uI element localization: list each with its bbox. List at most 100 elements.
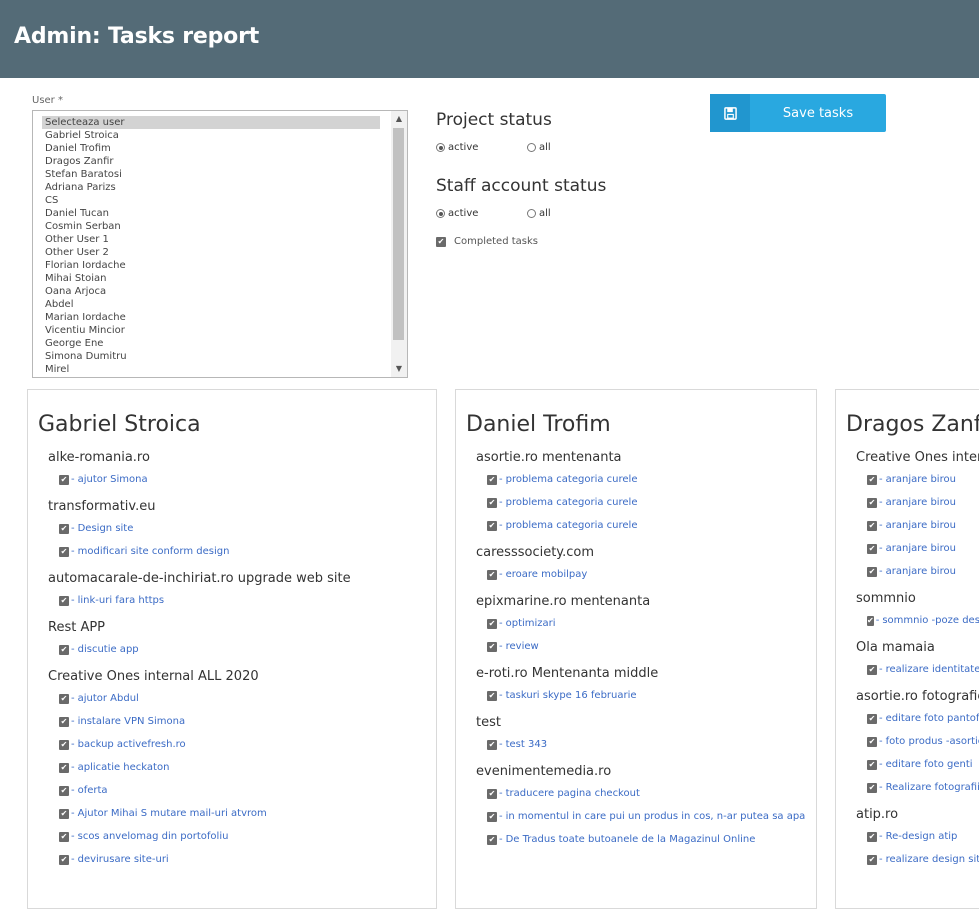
- radio-unselected-icon[interactable]: [527, 209, 536, 218]
- task-link[interactable]: aranjare birou: [886, 491, 956, 514]
- checkbox-checked-icon[interactable]: ✔: [59, 785, 69, 796]
- user-option[interactable]: Cosmin Serban: [33, 220, 380, 233]
- checkbox-checked-icon[interactable]: ✔: [867, 736, 877, 747]
- task-link[interactable]: aranjare birou: [886, 537, 956, 560]
- task-link[interactable]: ajutor Abdul: [78, 687, 139, 710]
- task-link[interactable]: problema categoria curele: [506, 491, 638, 514]
- task-link[interactable]: test 343: [506, 733, 547, 756]
- checkbox-checked-icon[interactable]: ✔: [487, 618, 497, 629]
- checkbox-checked-icon[interactable]: ✔: [59, 831, 69, 842]
- user-option[interactable]: George Ene: [33, 337, 380, 350]
- user-select-list[interactable]: Selecteaza user Gabriel Stroica Daniel Tro…: [32, 110, 408, 378]
- scroll-up-arrow-icon[interactable]: ▲: [391, 112, 407, 126]
- checkbox-checked-icon[interactable]: ✔: [867, 831, 877, 842]
- task-link[interactable]: in momentul in care pui un produs in cos…: [506, 805, 806, 828]
- task-link[interactable]: problema categoria curele: [506, 514, 638, 537]
- task-link[interactable]: instalare VPN Simona: [78, 710, 186, 733]
- checkbox-checked-icon[interactable]: ✔: [487, 788, 497, 799]
- task-link[interactable]: Design site: [78, 517, 134, 540]
- task-link[interactable]: discutie app: [78, 638, 139, 661]
- checkbox-checked-icon[interactable]: ✔: [867, 566, 877, 577]
- task-link[interactable]: ajutor Simona: [78, 468, 148, 491]
- checkbox-checked-icon[interactable]: ✔: [487, 520, 497, 531]
- task-link[interactable]: aranjare birou: [886, 560, 956, 583]
- task-link[interactable]: devirusare site-uri: [78, 848, 169, 871]
- task-link[interactable]: backup activefresh.ro: [78, 733, 186, 756]
- task-link[interactable]: eroare mobilpay: [506, 563, 588, 586]
- task-link[interactable]: aranjare birou: [886, 468, 956, 491]
- checkbox-checked-icon[interactable]: ✔: [867, 664, 877, 675]
- user-option[interactable]: CS: [33, 194, 380, 207]
- radio-unselected-icon[interactable]: [527, 143, 536, 152]
- task-link[interactable]: Ajutor Mihai S mutare mail-uri atvrom: [78, 802, 267, 825]
- task-link[interactable]: aranjare birou: [886, 514, 956, 537]
- staff-status-all-option[interactable]: all: [527, 208, 551, 219]
- checkbox-checked-icon[interactable]: ✔: [59, 854, 69, 865]
- user-list-scrollbar[interactable]: ▲ ▼: [391, 111, 407, 377]
- checkbox-checked-icon[interactable]: ✔: [487, 811, 497, 822]
- completed-tasks-toggle[interactable]: ✔ Completed tasks: [436, 236, 538, 247]
- project-status-active-option[interactable]: active: [436, 142, 478, 153]
- checkbox-checked-icon[interactable]: ✔: [867, 782, 877, 793]
- user-option[interactable]: Adriana Parizs: [33, 181, 380, 194]
- user-option[interactable]: Florian Iordache: [33, 259, 380, 272]
- task-link[interactable]: editare foto pantofi: [886, 707, 979, 730]
- user-option[interactable]: Mihai Stoian: [33, 272, 380, 285]
- project-status-all-option[interactable]: all: [527, 142, 551, 153]
- user-option[interactable]: Marian Iordache: [33, 311, 380, 324]
- save-tasks-button[interactable]: Save tasks: [710, 94, 886, 132]
- checkbox-checked-icon[interactable]: ✔: [59, 808, 69, 819]
- checkbox-checked-icon[interactable]: ✔: [867, 520, 877, 531]
- checkbox-checked-icon[interactable]: ✔: [867, 854, 877, 865]
- user-option[interactable]: Abdel: [33, 298, 380, 311]
- task-link[interactable]: Re-design atip: [886, 825, 958, 848]
- task-link[interactable]: oferta: [78, 779, 108, 802]
- task-link[interactable]: realizare identitate: [886, 658, 979, 681]
- checkbox-checked-icon[interactable]: ✔: [487, 474, 497, 485]
- user-option[interactable]: Daniel Tucan: [33, 207, 380, 220]
- checkbox-checked-icon[interactable]: ✔: [487, 690, 497, 701]
- user-option[interactable]: Daniel Trofim: [33, 142, 380, 155]
- checkbox-checked-icon[interactable]: ✔: [867, 615, 874, 626]
- checkbox-checked-icon[interactable]: ✔: [59, 693, 69, 704]
- staff-status-active-option[interactable]: active: [436, 208, 478, 219]
- task-link[interactable]: traducere pagina checkout: [506, 782, 640, 805]
- checkbox-checked-icon[interactable]: ✔: [867, 497, 877, 508]
- task-link[interactable]: De Tradus toate butoanele de la Magazinu…: [506, 828, 756, 851]
- user-option[interactable]: Oana Arjoca: [33, 285, 380, 298]
- user-option[interactable]: Simona Dumitru: [33, 350, 380, 363]
- task-link[interactable]: foto produs -asortie: [886, 730, 979, 753]
- user-option[interactable]: Vicentiu Mincior: [33, 324, 380, 337]
- checkbox-checked-icon[interactable]: ✔: [59, 595, 69, 606]
- task-link[interactable]: aplicatie heckaton: [78, 756, 170, 779]
- checkbox-checked-icon[interactable]: ✔: [59, 644, 69, 655]
- scroll-thumb[interactable]: [393, 128, 404, 340]
- task-link[interactable]: link-uri fara https: [78, 589, 165, 612]
- task-link[interactable]: sommnio -poze design: [882, 609, 979, 632]
- task-link[interactable]: editare foto genti: [886, 753, 973, 776]
- checkbox-checked-icon[interactable]: ✔: [487, 739, 497, 750]
- user-option[interactable]: Other User 2: [33, 246, 380, 259]
- user-option[interactable]: Selecteaza user: [42, 116, 380, 129]
- task-link[interactable]: taskuri skype 16 februarie: [506, 684, 637, 707]
- task-link[interactable]: optimizari: [506, 612, 556, 635]
- task-link[interactable]: Realizare fotografii: [886, 776, 979, 799]
- task-link[interactable]: realizare design site: [886, 848, 979, 871]
- checkbox-checked-icon[interactable]: ✔: [59, 716, 69, 727]
- radio-selected-icon[interactable]: [436, 209, 445, 218]
- checkbox-checked-icon[interactable]: ✔: [436, 236, 446, 247]
- radio-selected-icon[interactable]: [436, 143, 445, 152]
- checkbox-checked-icon[interactable]: ✔: [487, 497, 497, 508]
- user-option[interactable]: Mirel: [33, 363, 380, 376]
- checkbox-checked-icon[interactable]: ✔: [487, 834, 497, 845]
- checkbox-checked-icon[interactable]: ✔: [59, 523, 69, 534]
- checkbox-checked-icon[interactable]: ✔: [59, 739, 69, 750]
- user-option[interactable]: Other User 1: [33, 233, 380, 246]
- task-link[interactable]: problema categoria curele: [506, 468, 638, 491]
- checkbox-checked-icon[interactable]: ✔: [59, 762, 69, 773]
- checkbox-checked-icon[interactable]: ✔: [59, 474, 69, 485]
- checkbox-checked-icon[interactable]: ✔: [867, 474, 877, 485]
- scroll-down-arrow-icon[interactable]: ▼: [391, 362, 407, 376]
- checkbox-checked-icon[interactable]: ✔: [59, 546, 69, 557]
- task-link[interactable]: scos anvelomag din portofoliu: [78, 825, 229, 848]
